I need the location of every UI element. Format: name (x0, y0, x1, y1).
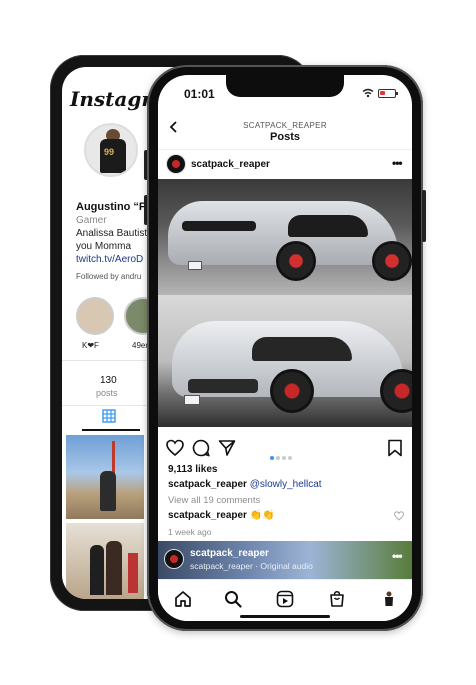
battery-icon (378, 89, 398, 98)
next-post-audio[interactable]: scatpack_reaper · Original audio (190, 561, 313, 571)
post-image[interactable] (158, 295, 412, 427)
more-options-icon[interactable]: ••• (392, 156, 403, 170)
header-username: SCATPACK_REAPER (243, 121, 327, 130)
posts-screen: 01:01 SCATPACK_REAPER Posts scatpack_rea… (158, 75, 412, 621)
caption-mention[interactable]: @slowly_hellcat (250, 479, 322, 490)
profile-link[interactable]: twitch.tv/AeroD (76, 254, 143, 265)
divider (158, 149, 412, 150)
carousel-dot (276, 456, 280, 460)
wifi-icon (362, 88, 374, 98)
posts-label: posts (96, 388, 118, 398)
posts-count: 130 (100, 375, 117, 386)
next-post-username[interactable]: scatpack_reaper (190, 548, 269, 559)
comment-username[interactable]: scatpack_reaper (168, 510, 247, 521)
comment-row: scatpack_reaper 👏👏 (168, 510, 275, 521)
likes-count[interactable]: 9,113 likes (168, 464, 218, 475)
comment-icon[interactable] (192, 439, 210, 457)
story-highlight-label: K❤F (82, 341, 99, 350)
view-all-comments-link[interactable]: View all 19 comments (168, 495, 260, 506)
comment-text: 👏👏 (249, 510, 275, 521)
grid-post-thumbnail[interactable] (66, 435, 144, 519)
active-tab-indicator (82, 429, 140, 431)
post-author-avatar[interactable] (166, 154, 186, 174)
post-author-username[interactable]: scatpack_reaper (191, 159, 270, 170)
comment-like-icon[interactable] (394, 511, 404, 521)
like-heart-icon[interactable] (166, 439, 184, 457)
next-post-avatar[interactable] (164, 549, 184, 569)
page-title: Posts (270, 131, 300, 143)
followed-by-text[interactable]: Followed by andru (76, 272, 141, 281)
carousel-dot (288, 456, 292, 460)
profile-icon[interactable] (380, 590, 398, 608)
post-image[interactable] (158, 179, 412, 295)
home-icon[interactable] (174, 590, 192, 608)
phone-power-button (422, 190, 426, 242)
next-post-preview[interactable]: scatpack_reaper scatpack_reaper · Origin… (158, 541, 412, 579)
front-phone: 01:01 SCATPACK_REAPER Posts scatpack_rea… (147, 65, 423, 631)
status-time: 01:01 (184, 87, 215, 101)
profile-avatar[interactable]: 99 (84, 123, 138, 177)
profile-category: Gamer (76, 215, 107, 226)
profile-bio-line: you Momma (76, 241, 132, 252)
profile-bio-line: Analissa Bautista (76, 228, 153, 239)
carousel-dot (270, 456, 274, 460)
save-bookmark-icon[interactable] (386, 439, 404, 457)
post-timestamp: 1 week ago (168, 527, 212, 537)
carousel-dot (282, 456, 286, 460)
story-highlight[interactable] (76, 297, 114, 335)
jersey-number: 99 (104, 147, 115, 157)
reels-icon[interactable] (276, 590, 294, 608)
more-options-icon[interactable]: ••• (392, 549, 403, 563)
shop-icon[interactable] (328, 590, 346, 608)
post-caption: scatpack_reaper @slowly_hellcat (168, 479, 322, 490)
grid-post-thumbnail[interactable] (66, 523, 144, 599)
carousel-indicator (270, 447, 294, 465)
share-send-icon[interactable] (218, 439, 236, 457)
home-indicator (240, 615, 330, 618)
search-icon[interactable] (224, 590, 242, 608)
phone-notch (226, 75, 344, 97)
grid-icon[interactable] (102, 409, 116, 423)
caption-username[interactable]: scatpack_reaper (168, 479, 247, 490)
